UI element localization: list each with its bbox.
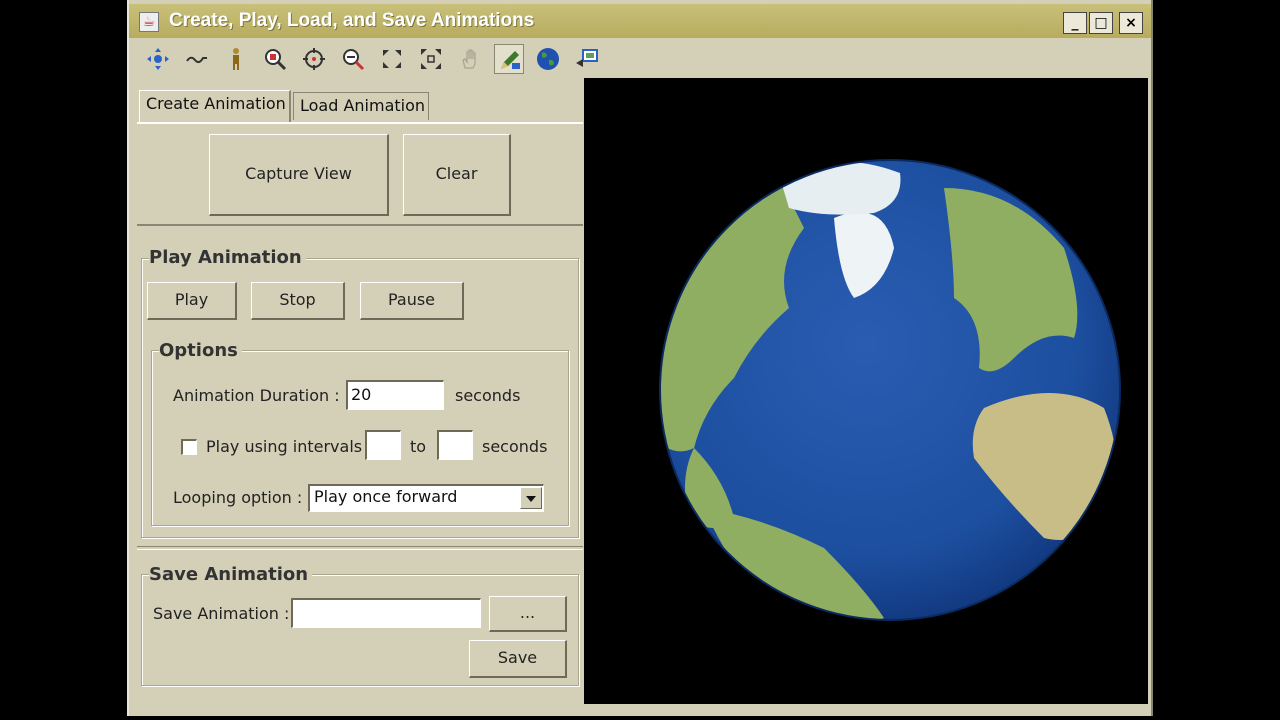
java-app-icon: ☕ [139,12,159,32]
arctic-ice [780,161,901,215]
save-animation-title: Save Animation [149,564,313,585]
interval-unit-label: seconds [482,437,548,456]
target-icon[interactable] [299,44,329,74]
interval-from-input[interactable] [365,430,401,460]
capture-view-button[interactable]: Capture View [209,134,389,216]
clear-button[interactable]: Clear [403,134,511,216]
full-extent-icon[interactable] [416,44,446,74]
title-bar[interactable]: ☕ Create, Play, Load, and Save Animation… [129,4,1151,38]
create-animation-pane: Capture View Clear [137,122,583,226]
duration-input[interactable]: 20 [346,380,444,410]
play-button[interactable]: Play [147,282,237,320]
interval-to-input[interactable] [437,430,473,460]
interval-to-label: to [410,437,427,456]
save-button[interactable]: Save [469,640,567,678]
globe-viewport[interactable] [584,78,1148,704]
toolbar [129,40,1151,78]
browse-button[interactable]: ... [489,596,567,632]
options-title: Options [159,340,242,361]
chevron-down-icon[interactable] [520,487,542,509]
trail-icon[interactable] [182,44,212,74]
intervals-label: Play using intervals [206,437,363,456]
save-file-label: Save Animation : [153,604,290,623]
window-title: Create, Play, Load, and Save Animations [169,10,535,31]
minimize-button[interactable]: _ [1063,12,1087,34]
close-button[interactable]: × [1119,12,1143,34]
pan-icon[interactable] [143,44,173,74]
pause-button[interactable]: Pause [360,282,464,320]
duration-label: Animation Duration : [173,386,340,405]
zoom-region-icon[interactable] [260,44,290,74]
zoom-out-icon[interactable] [338,44,368,74]
looping-select[interactable]: Play once forward [308,484,544,512]
globe-icon[interactable] [533,44,563,74]
screen-icon[interactable] [572,44,602,74]
pencil-icon[interactable] [494,44,524,74]
looping-label: Looping option : [173,488,303,507]
app-window: ☕ Create, Play, Load, and Save Animation… [127,0,1153,716]
intervals-checkbox[interactable] [181,439,197,455]
fit-icon[interactable] [377,44,407,74]
play-animation-title: Play Animation [149,247,306,268]
stop-button[interactable]: Stop [251,282,345,320]
tab-load-animation[interactable]: Load Animation [293,92,429,120]
person-icon[interactable] [221,44,251,74]
looping-selected-value: Play once forward [314,487,458,506]
save-file-input[interactable] [291,598,481,628]
section-divider [137,546,583,550]
earth-globe [659,159,1121,621]
hand-icon[interactable] [455,44,485,74]
tab-create-animation[interactable]: Create Animation [139,90,291,122]
maximize-button[interactable]: □ [1089,12,1113,34]
duration-unit-label: seconds [455,386,521,405]
